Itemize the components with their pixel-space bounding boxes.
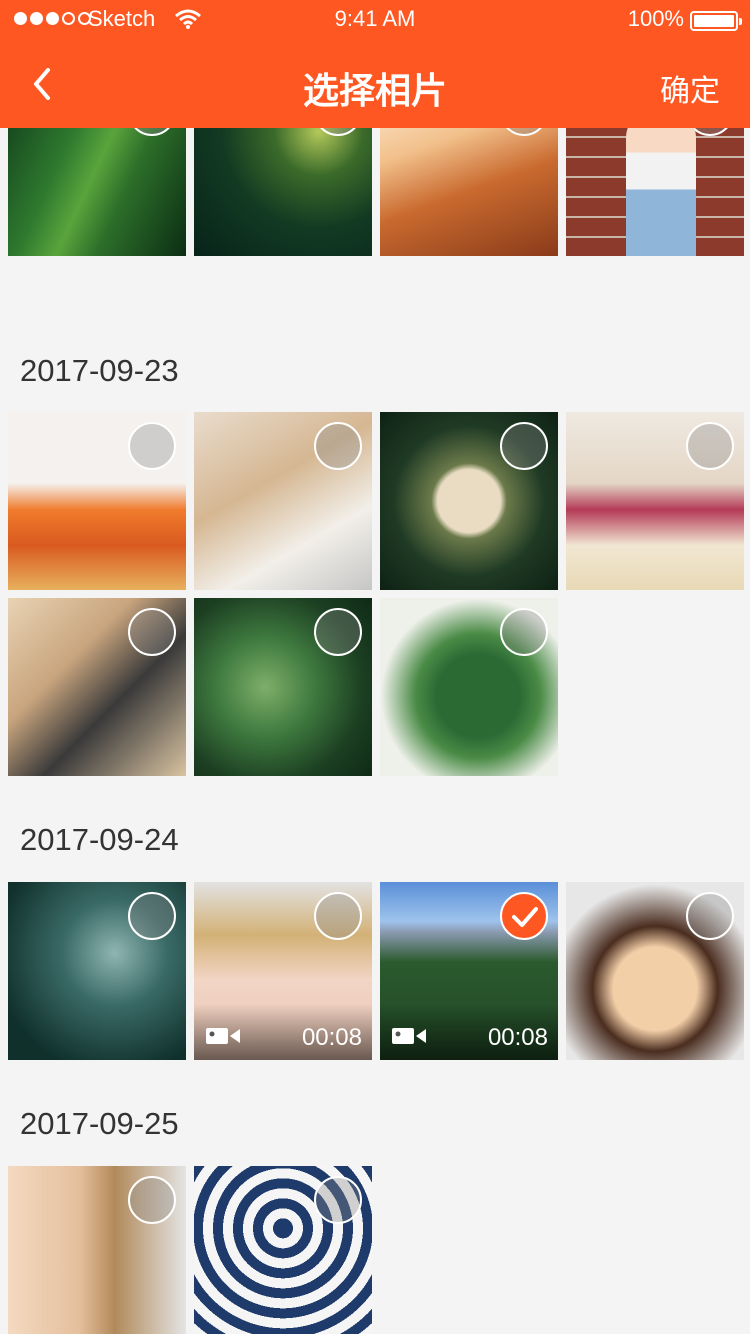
photo-thumbnail[interactable] — [566, 412, 744, 590]
select-circle-icon[interactable] — [314, 892, 362, 940]
photo-thumbnail[interactable] — [8, 412, 186, 590]
video-camera-icon — [206, 1028, 240, 1044]
select-circle-icon[interactable] — [686, 422, 734, 470]
select-circle-icon[interactable] — [314, 1176, 362, 1224]
video-overlay: 00:08 — [194, 1004, 372, 1060]
select-circle-icon[interactable] — [500, 608, 548, 656]
photo-thumbnail[interactable] — [194, 128, 372, 256]
photo-thumbnail[interactable] — [8, 598, 186, 776]
photo-thumbnail[interactable] — [380, 598, 558, 776]
battery-icon — [690, 11, 742, 31]
select-circle-icon[interactable] — [314, 608, 362, 656]
select-circle-icon[interactable] — [500, 422, 548, 470]
select-circle-icon[interactable] — [128, 128, 176, 136]
video-duration: 00:08 — [487, 1024, 548, 1051]
photo-thumbnail[interactable] — [8, 128, 186, 256]
photo-thumbnail[interactable] — [194, 412, 372, 590]
select-circle-icon[interactable] — [128, 892, 176, 940]
select-circle-icon[interactable] — [128, 422, 176, 470]
photo-thumbnail[interactable] — [8, 882, 186, 1060]
video-overlay: 00:08 — [380, 1004, 558, 1060]
date-header: 2017-09-23 — [20, 353, 179, 388]
top-bar: Sketch 9:41 AM 100% 选择相片 确定 — [0, 0, 750, 128]
status-bar: Sketch 9:41 AM 100% — [0, 0, 750, 40]
video-thumbnail[interactable]: 00:08 — [380, 882, 558, 1060]
video-camera-icon — [392, 1028, 426, 1044]
confirm-button[interactable]: 确定 — [660, 66, 720, 110]
photo-thumbnail[interactable] — [566, 882, 744, 1060]
page-title: 选择相片 — [302, 70, 447, 111]
select-circle-icon[interactable] — [686, 892, 734, 940]
photo-grid[interactable]: 2017-09-23 2017-09-24 00:08 00:08 2017-0… — [0, 128, 750, 1334]
navigation-bar: 选择相片 确定 — [0, 40, 750, 128]
date-header: 2017-09-24 — [20, 822, 179, 857]
photo-thumbnail[interactable] — [566, 128, 744, 256]
select-circle-icon[interactable] — [686, 128, 734, 136]
select-circle-icon[interactable] — [500, 128, 548, 136]
video-thumbnail[interactable]: 00:08 — [194, 882, 372, 1060]
photo-thumbnail[interactable] — [194, 598, 372, 776]
select-circle-icon[interactable] — [128, 608, 176, 656]
select-circle-icon[interactable] — [314, 128, 362, 136]
checkmark-icon[interactable] — [500, 892, 548, 940]
video-duration: 00:08 — [301, 1024, 362, 1051]
battery-percentage: 100% — [627, 6, 684, 31]
photo-thumbnail[interactable] — [194, 1166, 372, 1334]
photo-thumbnail[interactable] — [8, 1166, 186, 1334]
select-circle-icon[interactable] — [314, 422, 362, 470]
select-circle-icon[interactable] — [128, 1176, 176, 1224]
photo-thumbnail[interactable] — [380, 412, 558, 590]
date-header: 2017-09-25 — [20, 1106, 179, 1141]
photo-thumbnail[interactable] — [380, 128, 558, 256]
